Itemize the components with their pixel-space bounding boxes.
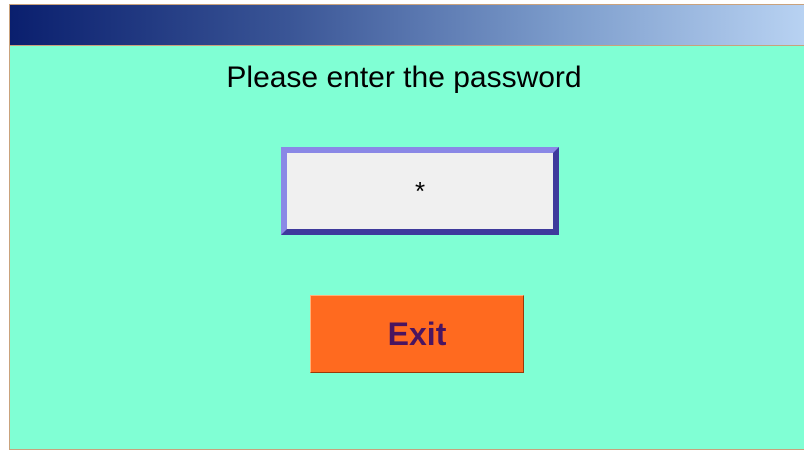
password-mask: * — [414, 175, 426, 206]
password-dialog: Please enter the password * Exit — [9, 4, 804, 450]
password-field[interactable]: * — [281, 147, 559, 235]
password-prompt: Please enter the password — [226, 61, 582, 94]
exit-button[interactable]: Exit — [310, 295, 524, 373]
title-bar[interactable] — [10, 5, 804, 46]
exit-button-label: Exit — [387, 315, 447, 352]
